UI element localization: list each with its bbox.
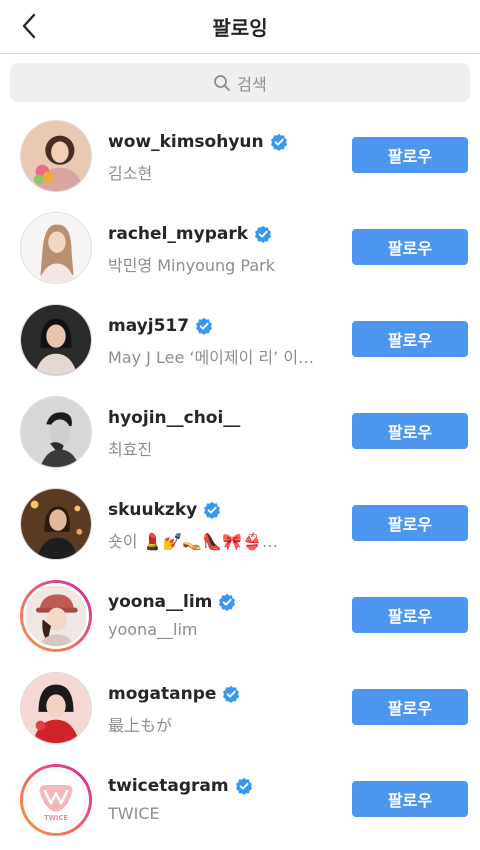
verified-badge-icon xyxy=(195,317,213,335)
full-name: 最上もが xyxy=(108,716,173,735)
follow-button[interactable]: 팔로우 xyxy=(352,321,468,357)
full-name: 김소현 xyxy=(108,164,153,183)
follow-button[interactable]: 팔로우 xyxy=(352,229,468,265)
username-line: twicetagram xyxy=(108,776,253,796)
full-name: TWICE xyxy=(108,804,160,823)
twice-logo-icon: TWICE xyxy=(23,767,89,833)
list-item[interactable]: mayj517 May J Lee ‘메이제이 리’ 이… 팔로우 xyxy=(0,294,480,386)
search-bar[interactable]: 검색 xyxy=(10,63,470,102)
list-item[interactable]: yoona__lim yoona__lim 팔로우 xyxy=(0,570,480,662)
list-item[interactable]: wow_kimsohyun 김소현 팔로우 xyxy=(0,110,480,202)
nav-header: 팔로잉 xyxy=(0,0,480,54)
profile-photo xyxy=(23,583,89,649)
follow-button[interactable]: 팔로우 xyxy=(352,413,468,449)
username[interactable]: wow_kimsohyun xyxy=(108,132,264,152)
username-line: rachel_mypark xyxy=(108,224,272,244)
avatar[interactable] xyxy=(20,304,92,376)
full-name: 최효진 xyxy=(108,440,153,459)
avatar[interactable] xyxy=(20,396,92,468)
username[interactable]: skuukzky xyxy=(108,500,197,520)
verified-badge-icon xyxy=(270,133,288,151)
follow-button[interactable]: 팔로우 xyxy=(352,505,468,541)
follow-button[interactable]: 팔로우 xyxy=(352,781,468,817)
username-line: mayj517 xyxy=(108,316,213,336)
avatar[interactable] xyxy=(20,212,92,284)
avatar[interactable] xyxy=(20,672,92,744)
avatar[interactable]: TWICE xyxy=(20,764,92,836)
avatar[interactable] xyxy=(20,120,92,192)
page-title: 팔로잉 xyxy=(212,16,268,40)
verified-badge-icon xyxy=(203,501,221,519)
username[interactable]: mogatanpe xyxy=(108,684,216,704)
list-item[interactable]: TWICE twicetagram TWICE 팔로우 xyxy=(0,754,480,846)
list-item[interactable]: skuukzky 숏이 💄💅👡👠🎀👙… 팔로우 xyxy=(0,478,480,570)
profile-photo xyxy=(21,397,91,467)
verified-badge-icon xyxy=(254,225,272,243)
avatar[interactable] xyxy=(20,488,92,560)
search-icon xyxy=(213,74,231,92)
list-item[interactable]: mogatanpe 最上もが 팔로우 xyxy=(0,662,480,754)
list-item[interactable]: hyojin__choi__ 최효진 팔로우 xyxy=(0,386,480,478)
profile-photo xyxy=(21,213,91,283)
profile-photo xyxy=(21,305,91,375)
username-line: skuukzky xyxy=(108,500,221,520)
profile-photo xyxy=(21,489,91,559)
username[interactable]: hyojin__choi__ xyxy=(108,408,240,428)
full-name: yoona__lim xyxy=(108,620,198,639)
list-item[interactable]: rachel_mypark 박민영 Minyoung Park 팔로우 xyxy=(0,202,480,294)
username-line: mogatanpe xyxy=(108,684,240,704)
full-name: May J Lee ‘메이제이 리’ 이… xyxy=(108,348,315,367)
full-name: 숏이 💄💅👡👠🎀👙… xyxy=(108,532,279,551)
follow-button[interactable]: 팔로우 xyxy=(352,689,468,725)
verified-badge-icon xyxy=(222,685,240,703)
username-line: hyojin__choi__ xyxy=(108,408,240,428)
username-line: wow_kimsohyun xyxy=(108,132,288,152)
profile-photo xyxy=(21,121,91,191)
username[interactable]: rachel_mypark xyxy=(108,224,248,244)
verified-badge-icon xyxy=(218,593,236,611)
username[interactable]: twicetagram xyxy=(108,776,229,796)
verified-badge-icon xyxy=(235,777,253,795)
username[interactable]: mayj517 xyxy=(108,316,189,336)
full-name: 박민영 Minyoung Park xyxy=(108,256,275,275)
svg-text:TWICE: TWICE xyxy=(44,814,68,822)
search-placeholder: 검색 xyxy=(237,74,267,94)
username[interactable]: yoona__lim xyxy=(108,592,212,612)
follow-button[interactable]: 팔로우 xyxy=(352,597,468,633)
avatar[interactable] xyxy=(20,580,92,652)
profile-photo xyxy=(21,673,91,743)
username-line: yoona__lim xyxy=(108,592,236,612)
follow-button[interactable]: 팔로우 xyxy=(352,137,468,173)
